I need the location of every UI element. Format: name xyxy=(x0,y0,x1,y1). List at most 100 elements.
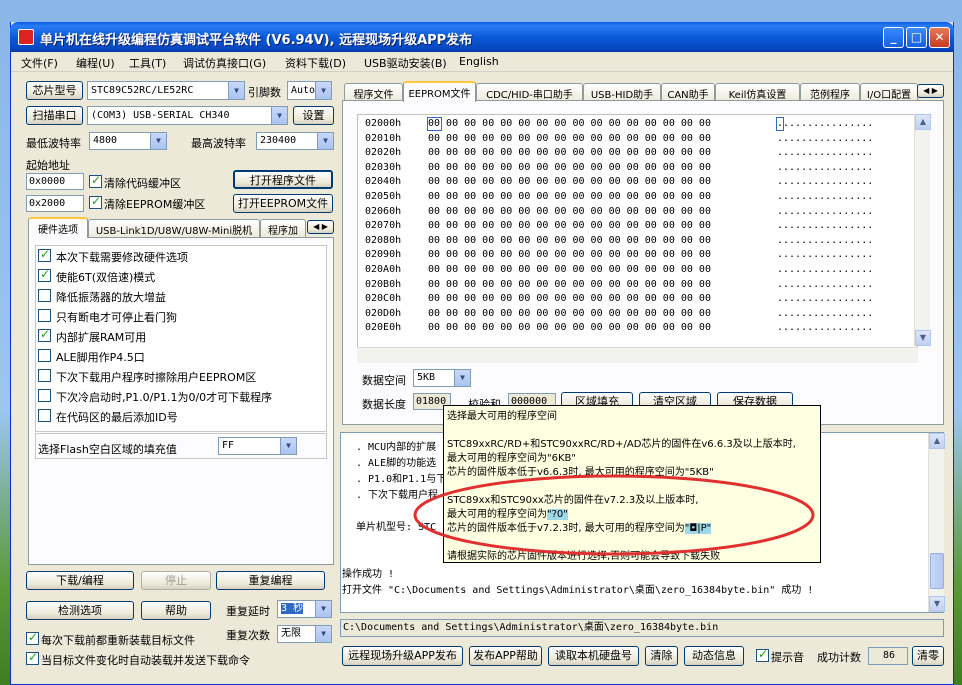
reset-count-button[interactable]: 清零 xyxy=(912,646,944,666)
clear-code-checkbox[interactable] xyxy=(89,173,102,188)
pins-value: Auto xyxy=(291,85,316,96)
menu-tools[interactable]: 工具(T) xyxy=(129,55,166,71)
option-checkbox[interactable] xyxy=(38,309,51,322)
option-checkbox[interactable] xyxy=(38,409,51,422)
open-program-file-button[interactable]: 打开程序文件 xyxy=(233,170,333,189)
scroll-up-icon[interactable]: ▲ xyxy=(915,114,931,130)
chevron-down-icon: ▼ xyxy=(271,107,287,124)
check-options-button[interactable]: 检测选项 xyxy=(26,601,134,620)
file-path-field[interactable]: C:\Documents and Settings\Administrator\… xyxy=(340,619,944,637)
tab-program-encrypt[interactable]: 程序加 xyxy=(260,219,306,238)
fill-value-select[interactable]: FF ▼ xyxy=(218,437,297,455)
clear-code-label: 清除代码缓冲区 xyxy=(104,177,181,190)
data-space-value: 5KB xyxy=(417,372,436,383)
beep-checkbox[interactable] xyxy=(756,647,769,662)
port-value: (COM3) USB-SERIAL CH340 xyxy=(91,110,230,121)
hex-address: 02010h xyxy=(365,132,402,144)
right-tab-scroll-arrows[interactable]: ◀ ▶ xyxy=(917,84,944,98)
download-program-button[interactable]: 下载/编程 xyxy=(26,571,134,590)
repeat-delay-label: 重复延时 xyxy=(226,605,270,618)
clear-log-button[interactable]: 清除 xyxy=(645,646,678,666)
port-select[interactable]: (COM3) USB-SERIAL CH340 ▼ xyxy=(87,106,288,125)
tooltip-line-1: 选择最大可用的程序空间 xyxy=(447,411,557,422)
hex-bytes: 00 00 00 00 00 00 00 00 00 00 00 00 00 0… xyxy=(428,307,711,319)
option-checkbox[interactable] xyxy=(38,389,51,402)
hex-ascii: ................ xyxy=(777,249,874,261)
option-checkbox[interactable] xyxy=(38,349,51,362)
tab-hardware-options[interactable]: 硬件选项 xyxy=(28,217,88,238)
hex-address: 02040h xyxy=(365,176,402,188)
hex-bytes: 00 00 00 00 00 00 00 00 00 00 00 00 00 0… xyxy=(428,293,711,305)
hex-bytes: 00 00 00 00 00 00 00 00 00 00 00 00 00 0… xyxy=(428,191,711,202)
hex-address: 02090h xyxy=(365,249,402,261)
reload-before-download-checkbox[interactable] xyxy=(26,630,39,645)
scroll-thumb[interactable] xyxy=(930,553,944,589)
hex-address: 020E0h xyxy=(365,322,402,334)
publish-app-button[interactable]: 远程现场升级APP发布 xyxy=(342,646,463,666)
menu-program[interactable]: 编程(U) xyxy=(76,55,115,71)
hex-address: 02030h xyxy=(365,161,402,173)
option-checkbox[interactable] xyxy=(38,267,51,282)
clear-eeprom-checkbox[interactable] xyxy=(89,194,102,209)
scan-port-button[interactable]: 扫描串口 xyxy=(26,106,83,125)
hex-ascii: ................ xyxy=(777,205,874,217)
option-checkbox[interactable] xyxy=(38,289,51,302)
hex-address: 020C0h xyxy=(365,293,402,305)
menu-bar: 文件(F) 编程(U) 工具(T) 调试仿真接口(G) 资料下载(D) USB驱… xyxy=(11,52,953,72)
maximize-button[interactable]: □ xyxy=(906,27,927,48)
hex-address: 02060h xyxy=(365,205,402,217)
hex-horizontal-scrollbar[interactable] xyxy=(357,347,918,363)
scroll-down-icon[interactable]: ▼ xyxy=(929,596,945,612)
log-line-1: . MCU内部的扩展 xyxy=(356,442,437,453)
scroll-up-icon[interactable]: ▲ xyxy=(929,433,945,449)
tab-right-1[interactable]: EEPROM文件 xyxy=(403,81,476,102)
publish-help-button[interactable]: 发布APP帮助 xyxy=(469,646,542,666)
option-checkbox[interactable] xyxy=(38,327,51,342)
minimize-button[interactable]: _ xyxy=(883,27,904,48)
min-baud-value: 4800 xyxy=(93,135,118,146)
hex-bytes: 00 00 00 00 00 00 00 00 00 00 00 00 00 0… xyxy=(428,176,711,188)
hex-vertical-scrollbar[interactable]: ▲ ▼ xyxy=(914,114,931,346)
settings-button[interactable]: 设置 xyxy=(293,106,334,125)
hex-cursor xyxy=(427,117,442,131)
menu-english[interactable]: English xyxy=(459,55,499,68)
min-baud-select[interactable]: 4800 ▼ xyxy=(89,132,167,150)
menu-debug[interactable]: 调试仿真接口(G) xyxy=(183,55,266,71)
option-checkbox[interactable] xyxy=(38,369,51,382)
data-space-select[interactable]: 5KB ▼ xyxy=(413,369,471,387)
read-disk-id-button[interactable]: 读取本机硬盘号 xyxy=(548,646,639,666)
code-address-input[interactable]: 0x0000 xyxy=(26,173,84,190)
auto-load-checkbox[interactable] xyxy=(26,650,39,665)
repeat-delay-select[interactable]: 3 秒 ▼ xyxy=(277,600,332,618)
title-bar[interactable]: 单片机在线升级编程仿真调试平台软件 (V6.94V), 远程现场升级APP发布 … xyxy=(10,22,954,52)
max-baud-select[interactable]: 230400 ▼ xyxy=(256,132,334,150)
hex-address: 02080h xyxy=(365,234,402,246)
chevron-down-icon: ▼ xyxy=(280,438,296,454)
chip-model-button[interactable]: 芯片型号 xyxy=(26,81,83,100)
chip-model-select[interactable]: STC89C52RC/LE52RC ▼ xyxy=(87,81,245,100)
hex-address: 02000h xyxy=(365,118,402,129)
tab-scroll-arrows[interactable]: ◀ ▶ xyxy=(307,220,334,234)
hex-bytes: 00 00 00 00 00 00 00 00 00 00 00 00 00 0… xyxy=(428,278,711,290)
hex-bytes: 00 00 00 00 00 00 00 00 00 00 00 00 00 0… xyxy=(428,234,711,246)
tab-usb-link[interactable]: USB-Link1D/U8W/U8W-Mini脱机 xyxy=(88,219,260,238)
eeprom-address-input[interactable]: 0x2000 xyxy=(26,195,84,212)
repeat-count-select[interactable]: 无限 ▼ xyxy=(277,625,332,643)
hex-bytes: 00 00 00 00 00 00 00 00 00 00 00 00 00 0… xyxy=(428,205,711,217)
repeat-program-button[interactable]: 重复编程 xyxy=(216,571,325,590)
hex-ascii: ................ xyxy=(777,264,874,275)
dynamic-info-button[interactable]: 动态信息 xyxy=(684,646,744,666)
stop-button[interactable]: 停止 xyxy=(141,571,211,590)
scroll-down-icon[interactable]: ▼ xyxy=(915,330,931,346)
pins-select[interactable]: Auto ▼ xyxy=(287,81,332,100)
help-button[interactable]: 帮助 xyxy=(141,601,211,620)
option-checkbox[interactable] xyxy=(38,247,51,262)
hex-bytes: 00 00 00 00 00 00 00 00 00 00 00 00 00 0… xyxy=(428,322,711,334)
log-vertical-scrollbar[interactable]: ▲ ▼ xyxy=(928,433,945,612)
menu-download[interactable]: 资料下载(D) xyxy=(285,55,346,71)
close-button[interactable]: ✕ xyxy=(929,27,950,48)
menu-file[interactable]: 文件(F) xyxy=(21,55,58,71)
open-eeprom-file-button[interactable]: 打开EEPROM文件 xyxy=(233,194,333,213)
hex-address: 020B0h xyxy=(365,278,402,290)
menu-usb-driver[interactable]: USB驱动安装(B) xyxy=(364,55,447,71)
